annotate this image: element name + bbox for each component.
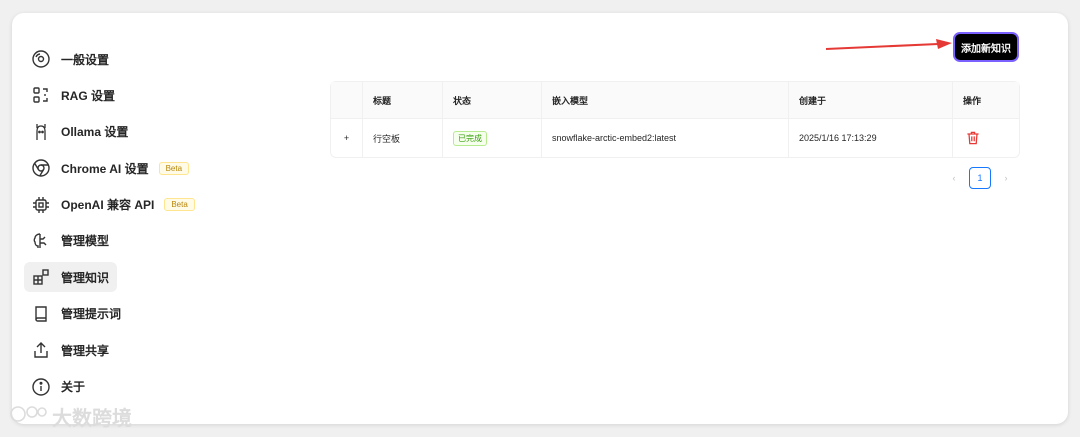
beta-badge: Beta xyxy=(158,161,190,175)
annotation-arrow-icon xyxy=(825,39,952,50)
sidebar-item-label: 管理模型 xyxy=(61,234,110,249)
settings-icon xyxy=(31,49,51,69)
sidebar-item-openai-api[interactable]: OpenAI 兼容 API Beta xyxy=(24,190,195,220)
sidebar-item-label: 管理提示词 xyxy=(61,307,122,322)
rag-icon xyxy=(31,85,51,105)
blocks-icon xyxy=(31,267,51,287)
watermark-logo-icon xyxy=(8,404,48,430)
watermark-text: 大数跨境 xyxy=(52,408,132,430)
sidebar-item-models[interactable]: 管理模型 xyxy=(24,226,117,256)
book-icon xyxy=(31,304,51,324)
sidebar-item-about[interactable]: 关于 xyxy=(24,372,117,402)
watermark: 大数跨境 xyxy=(8,402,132,431)
row-status-cell: 已完成 xyxy=(443,119,542,157)
row-title: 行空板 xyxy=(363,119,443,157)
sidebar-item-label: RAG 设置 xyxy=(61,88,116,103)
sidebar-item-knowledge[interactable]: 管理知识 xyxy=(24,262,117,293)
sidebar-item-chrome-ai[interactable]: Chrome AI 设置 Beta xyxy=(24,153,190,183)
sidebar-item-rag[interactable]: RAG 设置 xyxy=(24,80,117,110)
sidebar-item-label: 管理知识 xyxy=(61,270,110,285)
sidebar-item-label: 关于 xyxy=(61,380,86,395)
column-header-action: 操作 xyxy=(963,95,982,106)
column-header-model: 嵌入模型 xyxy=(542,82,789,118)
pagination: ‹ 1 › xyxy=(947,167,1013,189)
sidebar-item-prompts[interactable]: 管理提示词 xyxy=(24,299,121,329)
column-header-status: 状态 xyxy=(443,82,542,118)
table-row: + 行空板 已完成 snowflake-arctic-embed2:latest… xyxy=(331,119,1019,157)
pagination-page-1[interactable]: 1 xyxy=(969,167,991,189)
knowledge-table: 标题 状态 嵌入模型 创建于 操作 + 行空板 已完成 snowflake-ar… xyxy=(330,81,1020,158)
column-header-title: 标题 xyxy=(363,82,443,118)
ollama-icon xyxy=(31,122,51,142)
chrome-icon xyxy=(31,158,51,178)
column-header-expand xyxy=(331,82,363,118)
sidebar-item-share[interactable]: 管理共享 xyxy=(24,335,117,365)
pagination-next[interactable]: › xyxy=(999,173,1013,183)
trash-icon[interactable] xyxy=(965,130,981,146)
settings-window: 一般设置 RAG 设置 Ollama 设置 Chrome AI 设置 Beta xyxy=(12,13,1068,424)
sidebar-item-label: Ollama 设置 xyxy=(61,125,129,140)
sidebar-nav: 一般设置 RAG 设置 Ollama 设置 Chrome AI 设置 Beta xyxy=(24,44,224,408)
row-model: snowflake-arctic-embed2:latest xyxy=(542,119,789,157)
sidebar-item-ollama[interactable]: Ollama 设置 xyxy=(24,117,128,147)
table-header: 标题 状态 嵌入模型 创建于 操作 xyxy=(331,82,1019,119)
expand-row-button[interactable]: + xyxy=(331,119,363,157)
row-created: 2025/1/16 17:13:29 xyxy=(789,119,953,157)
pagination-prev[interactable]: ‹ xyxy=(947,173,961,183)
sidebar-item-label: 管理共享 xyxy=(61,343,110,358)
sidebar-item-label: OpenAI 兼容 API xyxy=(61,198,155,213)
column-header-created: 创建于 xyxy=(789,82,953,118)
row-action-cell xyxy=(953,119,1019,157)
add-knowledge-button[interactable]: 添加新知识 xyxy=(953,32,1019,62)
sidebar-item-label: Chrome AI 设置 xyxy=(61,161,149,176)
status-badge: 已完成 xyxy=(453,130,487,146)
info-icon xyxy=(31,377,51,397)
share-icon xyxy=(31,340,51,360)
sidebar-item-label: 一般设置 xyxy=(61,52,110,67)
beta-badge: Beta xyxy=(164,198,195,212)
brain-icon xyxy=(31,231,51,251)
sidebar-item-general[interactable]: 一般设置 xyxy=(24,44,117,74)
chip-icon xyxy=(31,195,51,215)
